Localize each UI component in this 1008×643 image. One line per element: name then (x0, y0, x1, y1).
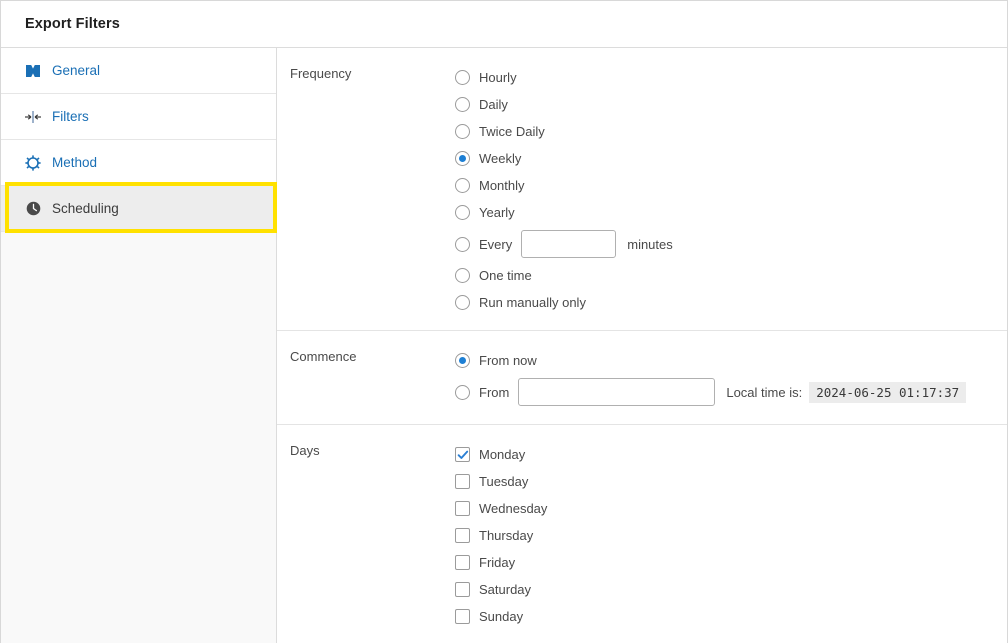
sidebar-item-label: Filters (52, 108, 89, 124)
from-datetime-input[interactable] (518, 378, 716, 406)
radio-row-twice-daily[interactable]: Twice Daily (455, 118, 1007, 145)
checkbox-row-thursday[interactable]: Thursday (455, 522, 1007, 549)
checkbox-row-friday[interactable]: Friday (455, 549, 1007, 576)
checkbox-label: Thursday (479, 528, 534, 543)
radio-row-weekly[interactable]: Weekly (455, 145, 1007, 172)
radio-row-every[interactable]: Every minutes (455, 226, 1007, 262)
radio-row-one-time[interactable]: One time (455, 262, 1007, 289)
ticket-icon (23, 61, 43, 81)
radio-label: From now (479, 353, 537, 368)
radio-label: From (479, 384, 510, 400)
radio-run-manually-only[interactable] (455, 295, 470, 310)
checkbox-thursday[interactable] (455, 528, 470, 543)
checkbox-row-sunday[interactable]: Sunday (455, 603, 1007, 630)
checkbox-saturday[interactable] (455, 582, 470, 597)
checkbox-tuesday[interactable] (455, 474, 470, 489)
days-options: Monday Tuesday Wednesday Thursday Friday… (455, 441, 1007, 630)
radio-daily[interactable] (455, 97, 470, 112)
sidebar-item-label: Scheduling (52, 200, 119, 216)
section-label: Commence (290, 349, 357, 364)
section-commence: Commence From now From Local time is: 20… (277, 331, 1007, 425)
commence-options: From now From Local time is: 2024-06-25 … (455, 347, 1007, 410)
page-title: Export Filters (25, 16, 120, 32)
radio-label: Yearly (479, 205, 515, 220)
minutes-unit-label: minutes (627, 236, 673, 252)
section-frequency: Frequency Hourly Daily Twice Daily Weekl… (277, 48, 1007, 331)
sidebar-item-scheduling[interactable]: Scheduling (1, 186, 276, 232)
radio-yearly[interactable] (455, 205, 470, 220)
checkbox-label: Wednesday (479, 501, 548, 516)
radio-row-from[interactable]: From Local time is: 2024-06-25 01:17:37 (455, 374, 1007, 410)
frequency-options: Hourly Daily Twice Daily Weekly Monthly … (455, 64, 1007, 316)
radio-label: Run manually only (479, 295, 586, 310)
clock-icon (23, 199, 43, 219)
checkbox-row-monday[interactable]: Monday (455, 441, 1007, 468)
radio-one-time[interactable] (455, 268, 470, 283)
sidebar-item-method[interactable]: Method (1, 140, 276, 186)
minutes-input[interactable] (521, 230, 617, 258)
export-filters-dialog: Export Filters General Filters Method Sc… (0, 0, 1008, 643)
sidebar-item-label: Method (52, 154, 98, 170)
radio-row-monthly[interactable]: Monthly (455, 172, 1007, 199)
checkbox-sunday[interactable] (455, 609, 470, 624)
radio-hourly[interactable] (455, 70, 470, 85)
section-days: Days Monday Tuesday Wednesday Thursday F… (277, 425, 1007, 643)
checkbox-label: Friday (479, 555, 516, 570)
radio-from[interactable] (455, 384, 470, 400)
radio-row-from-now[interactable]: From now (455, 347, 1007, 374)
settings-panel: Frequency Hourly Daily Twice Daily Weekl… (277, 48, 1007, 643)
dialog-body: General Filters Method Scheduling Freque… (1, 48, 1007, 643)
sidebar-item-filters[interactable]: Filters (1, 94, 276, 140)
radio-monthly[interactable] (455, 178, 470, 193)
radio-label: Every (479, 236, 513, 252)
local-time-value: 2024-06-25 01:17:37 (809, 381, 967, 403)
radio-label: Daily (479, 97, 508, 112)
checkbox-label: Tuesday (479, 474, 529, 489)
checkbox-label: Sunday (479, 609, 524, 624)
checkbox-row-saturday[interactable]: Saturday (455, 576, 1007, 603)
radio-row-yearly[interactable]: Yearly (455, 199, 1007, 226)
checkbox-row-wednesday[interactable]: Wednesday (455, 495, 1007, 522)
radio-label: Hourly (479, 70, 517, 85)
checkbox-label: Saturday (479, 582, 532, 597)
section-label: Days (290, 443, 320, 458)
sidebar: General Filters Method Scheduling (1, 48, 277, 643)
radio-every[interactable] (455, 236, 470, 252)
radio-label: Twice Daily (479, 124, 545, 139)
checkbox-wednesday[interactable] (455, 501, 470, 516)
checkbox-monday[interactable] (455, 447, 470, 462)
radio-label: Monthly (479, 178, 525, 193)
sidebar-item-label: General (52, 62, 101, 78)
checkbox-row-tuesday[interactable]: Tuesday (455, 468, 1007, 495)
dialog-header: Export Filters (1, 1, 1007, 48)
radio-twice-daily[interactable] (455, 124, 470, 139)
sidebar-item-general[interactable]: General (1, 48, 276, 94)
section-label: Frequency (290, 66, 352, 81)
radio-row-hourly[interactable]: Hourly (455, 64, 1007, 91)
radio-label: Weekly (479, 151, 522, 166)
checkbox-label: Monday (479, 447, 526, 462)
filter-arrows-icon (23, 107, 43, 127)
radio-from-now[interactable] (455, 353, 470, 368)
checkbox-friday[interactable] (455, 555, 470, 570)
radio-label: One time (479, 268, 532, 283)
local-time-label: Local time is: (726, 384, 803, 400)
gear-icon (23, 153, 43, 173)
radio-weekly[interactable] (455, 151, 470, 166)
radio-row-daily[interactable]: Daily (455, 91, 1007, 118)
radio-row-run-manually-only[interactable]: Run manually only (455, 289, 1007, 316)
